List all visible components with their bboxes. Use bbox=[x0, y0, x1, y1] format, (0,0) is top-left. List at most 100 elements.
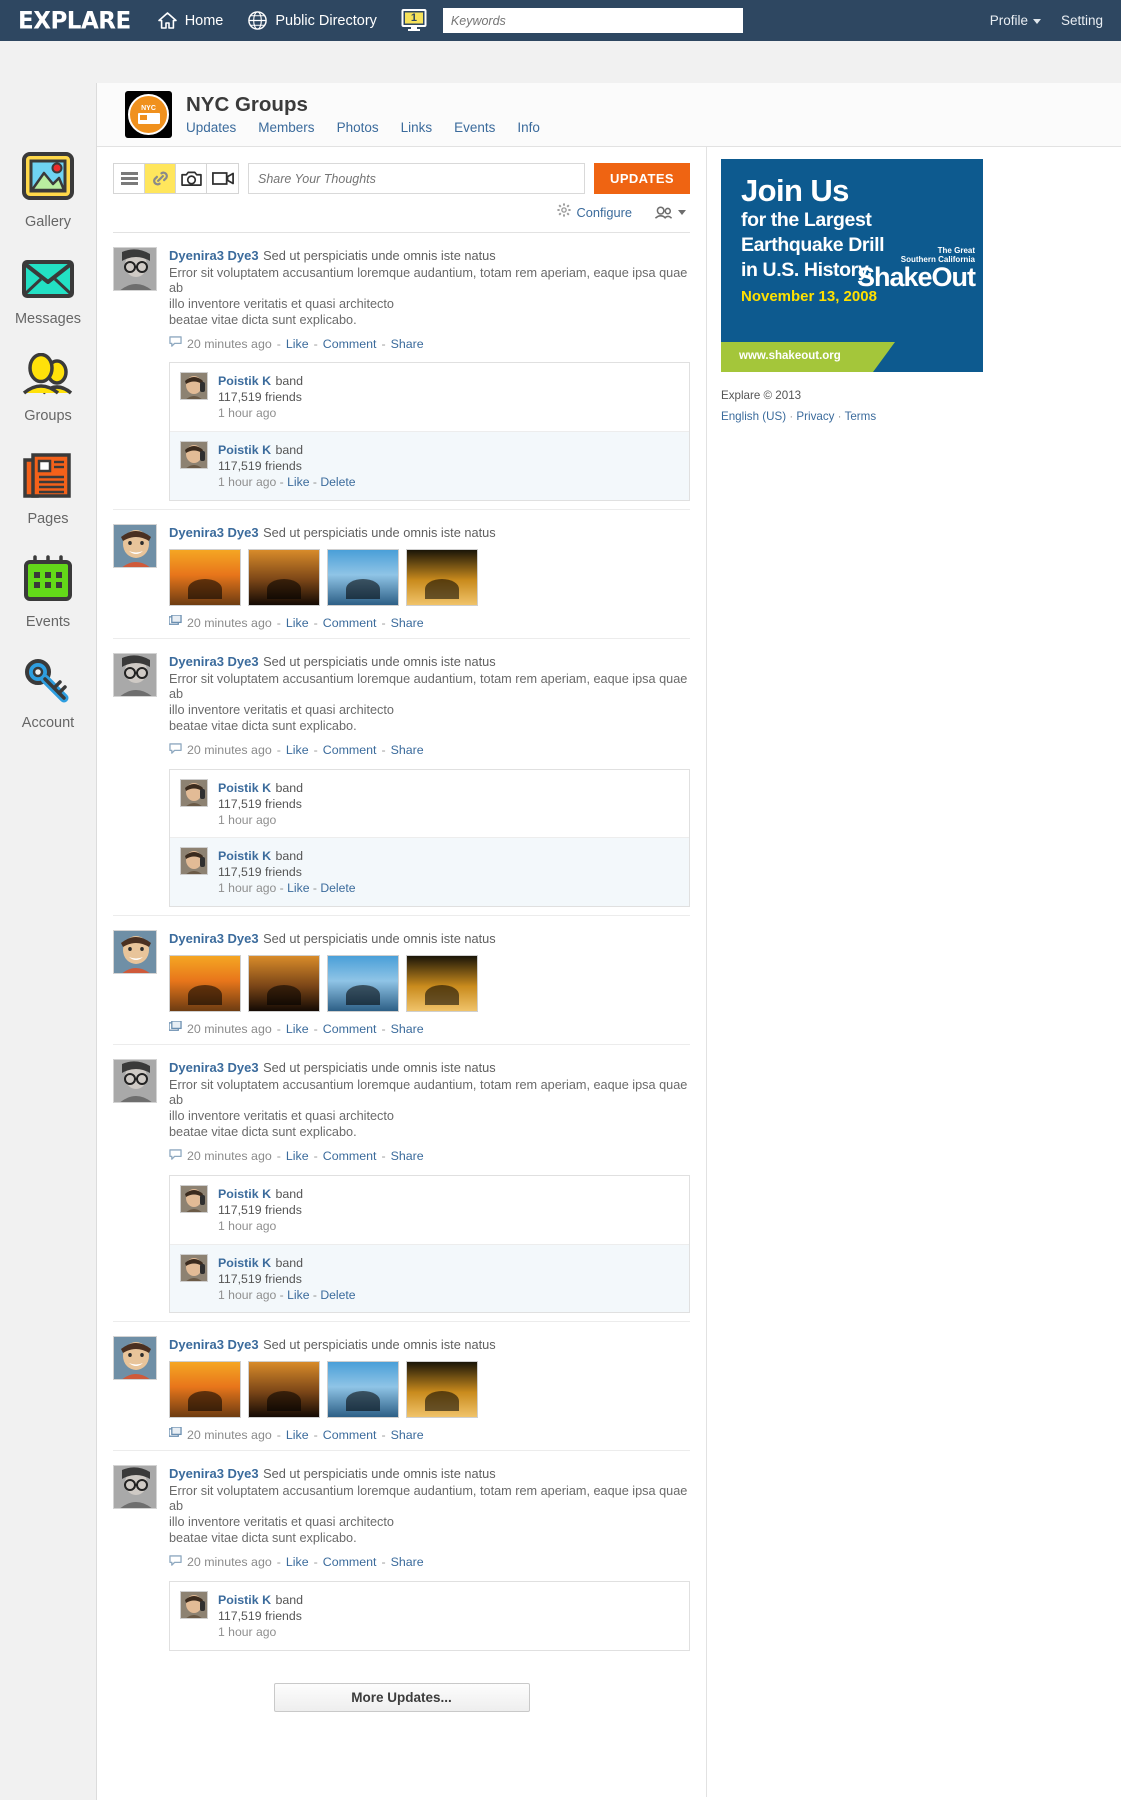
profile-menu[interactable]: Profile bbox=[990, 13, 1041, 28]
sidebar-item-pages[interactable]: Pages bbox=[0, 450, 96, 527]
photo-thumbnail[interactable] bbox=[406, 549, 478, 607]
tab-updates[interactable]: Updates bbox=[186, 120, 236, 135]
post-author[interactable]: Dyenira3 Dye3 bbox=[169, 1466, 259, 1481]
tab-events[interactable]: Events bbox=[454, 120, 495, 135]
setting-menu[interactable]: Setting bbox=[1061, 13, 1103, 28]
comment-like-link[interactable]: Like bbox=[287, 1288, 309, 1302]
tab-links[interactable]: Links bbox=[401, 120, 433, 135]
post-share-link[interactable]: Share bbox=[391, 1022, 424, 1036]
sidebar-item-messages[interactable]: Messages bbox=[0, 256, 96, 327]
comment-author[interactable]: Poistik K bbox=[218, 1187, 271, 1201]
comment-delete-link[interactable]: Delete bbox=[320, 475, 355, 489]
photo-thumbnail[interactable] bbox=[248, 549, 320, 607]
footer-privacy[interactable]: Privacy bbox=[796, 410, 834, 423]
photo-thumbnail[interactable] bbox=[406, 955, 478, 1013]
comment-delete-link[interactable]: Delete bbox=[320, 881, 355, 895]
more-updates-button[interactable]: More Updates... bbox=[273, 1682, 530, 1712]
post-time: 20 minutes ago bbox=[187, 336, 272, 351]
share-thoughts-input[interactable] bbox=[248, 163, 586, 194]
camera-icon[interactable] bbox=[176, 164, 207, 193]
photo-thumbnail[interactable] bbox=[327, 1361, 399, 1419]
sidebar-item-events[interactable]: Events bbox=[0, 553, 96, 630]
post-author[interactable]: Dyenira3 Dye3 bbox=[169, 248, 259, 263]
post-comment-link[interactable]: Comment bbox=[323, 1149, 377, 1163]
post-avatar[interactable] bbox=[113, 1336, 157, 1381]
sidebar-item-account[interactable]: Account bbox=[0, 656, 96, 731]
post-comment-link[interactable]: Comment bbox=[323, 1555, 377, 1569]
photo-thumbnail[interactable] bbox=[169, 955, 241, 1013]
post-share-link[interactable]: Share bbox=[391, 1428, 424, 1442]
post-like-link[interactable]: Like bbox=[286, 616, 309, 630]
post-author[interactable]: Dyenira3 Dye3 bbox=[169, 525, 259, 540]
video-icon[interactable] bbox=[207, 164, 238, 193]
app-logo[interactable]: EXPLARE bbox=[18, 7, 131, 34]
post-like-link[interactable]: Like bbox=[286, 1428, 309, 1442]
comment-author[interactable]: Poistik K bbox=[218, 443, 271, 457]
calendar-icon bbox=[20, 555, 76, 609]
comment-author[interactable]: Poistik K bbox=[218, 1593, 271, 1607]
post-like-link[interactable]: Like bbox=[286, 743, 309, 757]
photo-thumbnail[interactable] bbox=[248, 955, 320, 1013]
post-avatar[interactable] bbox=[113, 524, 157, 569]
post-share-link[interactable]: Share bbox=[391, 1149, 424, 1163]
post-author[interactable]: Dyenira3 Dye3 bbox=[169, 1060, 259, 1075]
post-like-link[interactable]: Like bbox=[286, 1555, 309, 1569]
post-avatar[interactable] bbox=[113, 1465, 157, 1510]
photo-thumbnail[interactable] bbox=[248, 1361, 320, 1419]
nav-public-directory[interactable]: Public Directory bbox=[247, 10, 377, 31]
post-share-link[interactable]: Share bbox=[391, 743, 424, 757]
post-meta: 20 minutes ago - Like - Comment - Share bbox=[168, 1020, 690, 1036]
photo-thumbnail[interactable] bbox=[327, 955, 399, 1013]
comment-author[interactable]: Poistik K bbox=[218, 781, 271, 795]
comment-author[interactable]: Poistik K bbox=[218, 849, 271, 863]
group-header: NYC NYC Groups Updates Members Photos Li… bbox=[97, 83, 1121, 147]
footer-terms[interactable]: Terms bbox=[845, 410, 877, 423]
post-avatar[interactable] bbox=[113, 247, 157, 291]
photo-silhouette bbox=[425, 985, 459, 1006]
post-comment-link[interactable]: Comment bbox=[323, 743, 377, 757]
post-like-link[interactable]: Like bbox=[286, 337, 309, 351]
post-comment-link[interactable]: Comment bbox=[323, 1428, 377, 1442]
photo-thumbnail[interactable] bbox=[169, 1361, 241, 1419]
comment-like-link[interactable]: Like bbox=[287, 881, 309, 895]
tab-members[interactable]: Members bbox=[258, 120, 314, 135]
post-like-link[interactable]: Like bbox=[286, 1149, 309, 1163]
comment-author[interactable]: Poistik K bbox=[218, 374, 271, 388]
post-avatar[interactable] bbox=[113, 930, 157, 975]
post-comment-link[interactable]: Comment bbox=[323, 616, 377, 630]
group-avatar[interactable]: NYC bbox=[125, 91, 172, 138]
updates-submit-button[interactable]: UPDATES bbox=[594, 163, 690, 194]
post-avatar[interactable] bbox=[113, 1059, 157, 1104]
post-author[interactable]: Dyenira3 Dye3 bbox=[169, 931, 259, 946]
post-meta: 20 minutes ago - Like - Comment - Share bbox=[169, 336, 690, 351]
post-like-link[interactable]: Like bbox=[286, 1022, 309, 1036]
comment-delete-link[interactable]: Delete bbox=[320, 1288, 355, 1302]
notifications-monitor-button[interactable]: 1 bbox=[401, 9, 427, 32]
photo-thumbnail[interactable] bbox=[327, 549, 399, 607]
configure-link[interactable]: Configure bbox=[577, 205, 633, 220]
post-comment-link[interactable]: Comment bbox=[323, 337, 377, 351]
nav-home[interactable]: Home bbox=[157, 11, 223, 30]
post-share-link[interactable]: Share bbox=[391, 337, 424, 351]
link-icon[interactable] bbox=[145, 164, 176, 193]
footer-language[interactable]: English (US) bbox=[721, 410, 786, 423]
post-share-link[interactable]: Share bbox=[391, 616, 424, 630]
sidebar-item-gallery[interactable]: Gallery bbox=[0, 149, 96, 230]
post-share-link[interactable]: Share bbox=[391, 1555, 424, 1569]
tab-photos[interactable]: Photos bbox=[337, 120, 379, 135]
sidebar-item-groups[interactable]: Groups bbox=[0, 352, 96, 424]
post-avatar[interactable] bbox=[113, 653, 157, 698]
comment-like-link[interactable]: Like bbox=[287, 475, 309, 489]
photo-thumbnail[interactable] bbox=[169, 549, 241, 607]
comment-author[interactable]: Poistik K bbox=[218, 1256, 271, 1270]
search-input[interactable] bbox=[442, 8, 743, 33]
post-comment-link[interactable]: Comment bbox=[323, 1022, 377, 1036]
gear-icon[interactable] bbox=[556, 203, 571, 222]
advertisement-banner[interactable]: Join Us for the Largest Earthquake Drill… bbox=[721, 159, 983, 372]
photo-thumbnail[interactable] bbox=[406, 1361, 478, 1419]
post-author[interactable]: Dyenira3 Dye3 bbox=[169, 1337, 259, 1352]
post-author[interactable]: Dyenira3 Dye3 bbox=[169, 654, 259, 669]
list-icon[interactable] bbox=[114, 164, 145, 193]
tab-info[interactable]: Info bbox=[517, 120, 540, 135]
audience-selector[interactable] bbox=[654, 205, 686, 220]
